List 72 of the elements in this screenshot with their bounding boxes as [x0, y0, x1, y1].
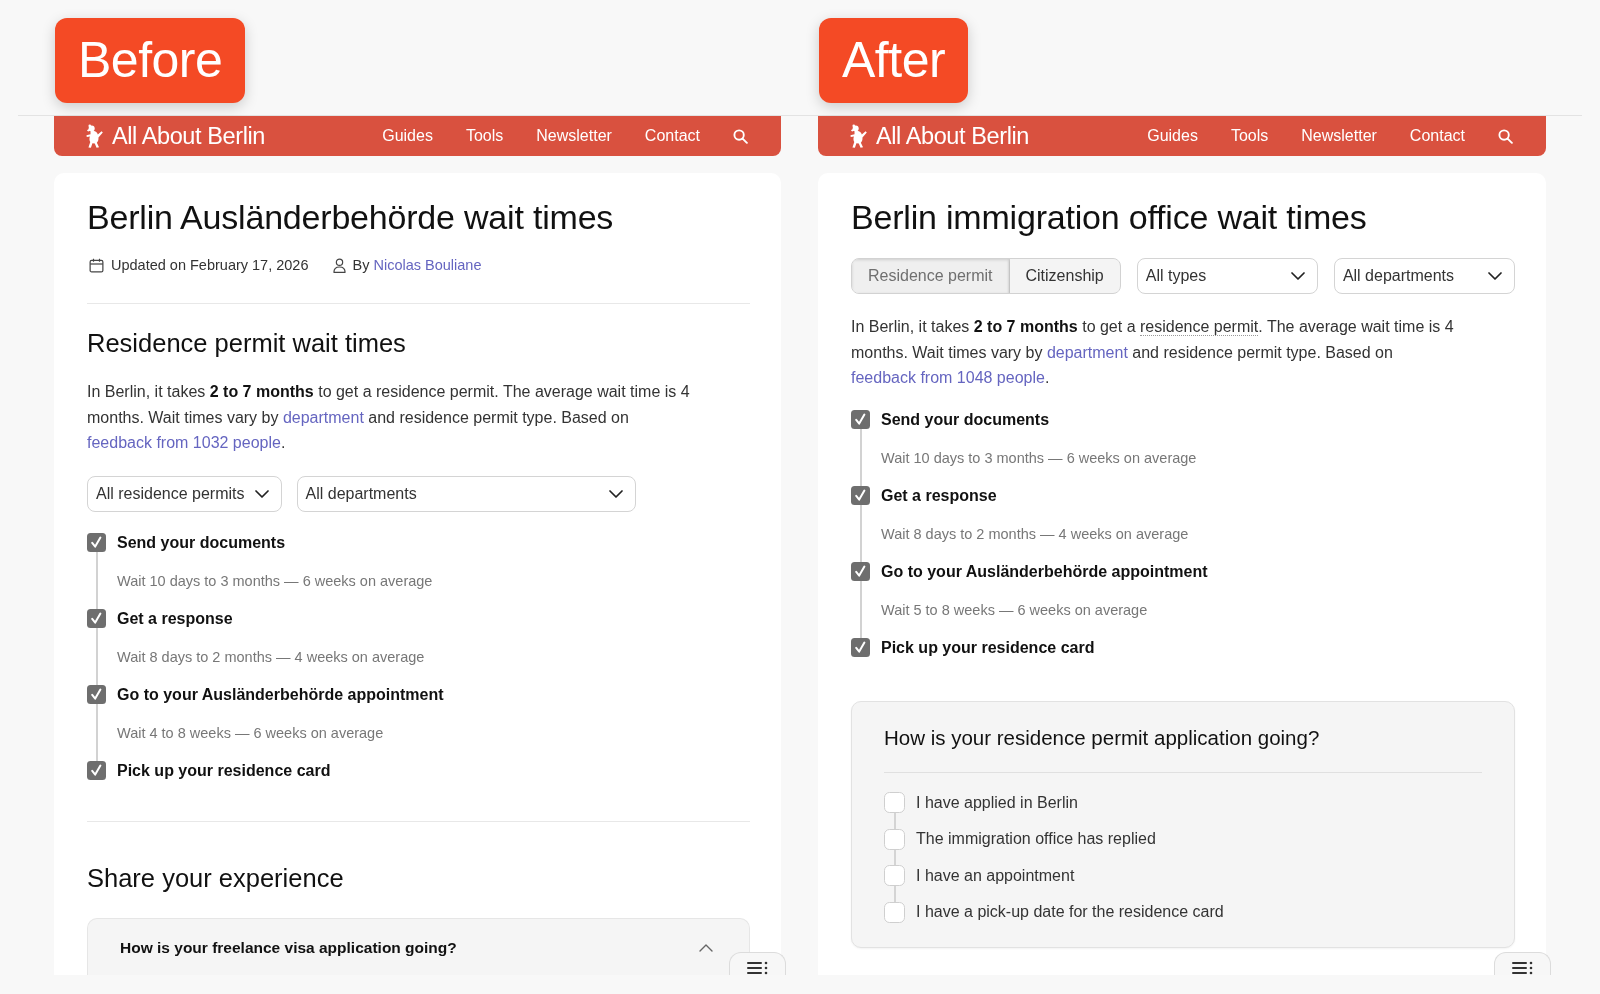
updated-date: Updated on February 17, 2026: [111, 256, 309, 275]
inline-link[interactable]: department: [282, 408, 364, 426]
glossary-term[interactable]: residence permit: [1140, 318, 1259, 336]
logo-link[interactable]: All About Berlin: [86, 122, 265, 150]
segment-tab[interactable]: Residence permit: [852, 259, 1010, 293]
accordion-toggle[interactable]: How is your freelance visa application going?: [87, 917, 750, 975]
author-byline: By Nicolas Bouliane: [352, 256, 482, 275]
dropdown-select[interactable]: All types: [1136, 258, 1318, 294]
bear-icon: [850, 123, 867, 149]
nav-link[interactable]: Tools: [465, 127, 504, 145]
calendar-icon: [89, 257, 104, 273]
chevron-down-icon: [1290, 272, 1305, 280]
logo-link[interactable]: All About Berlin: [850, 122, 1029, 150]
step-title: Go to your Ausländerbehörde appointment: [117, 685, 444, 704]
step-title: Get a response: [117, 609, 233, 628]
step-title: Pick up your residence card: [881, 638, 1095, 657]
bear-icon: [86, 123, 103, 149]
list-icon: [747, 961, 768, 975]
segment-tab[interactable]: Citizenship: [1009, 259, 1120, 293]
list-icon: [1512, 961, 1533, 975]
step-title: Send your documents: [117, 533, 286, 552]
search-icon: [733, 128, 748, 144]
version-badge: After: [819, 18, 969, 103]
nav-link[interactable]: Contact: [644, 127, 700, 145]
intro-paragraph: In Berlin, it takes 2 to 7 months to get a residence permit. The average wait time is 4 months. Wait times vary by department and residence permit type. Based on feedback from 1032 people.: [87, 382, 691, 453]
nav-link[interactable]: Guides: [1147, 127, 1198, 145]
step-wait-time: Wait 8 days to 2 months — 4 weeks on average: [880, 524, 1190, 544]
checkbox[interactable]: [884, 828, 905, 850]
step-title: Go to your Ausländerbehörde appointment: [881, 562, 1208, 581]
nav-link[interactable]: Guides: [382, 127, 433, 145]
dropdown-select[interactable]: All residence permits: [87, 475, 282, 512]
step-wait-time: Wait 4 to 8 weeks — 6 weeks on average: [116, 723, 385, 743]
step-wait-time: Wait 8 days to 2 months — 4 weeks on average: [116, 647, 426, 667]
option-label: I have a pick-up date for the residence card: [916, 903, 1224, 921]
section-heading: Residence permit wait times: [87, 328, 407, 359]
step-title: Pick up your residence card: [117, 761, 331, 780]
search-icon: [1498, 128, 1513, 144]
person-icon: [332, 257, 346, 273]
nav-link[interactable]: Newsletter: [1301, 127, 1377, 145]
option-label: I have applied in Berlin: [916, 793, 1078, 812]
step-wait-time: Wait 10 days to 3 months — 6 weeks on average: [116, 571, 434, 591]
checkbox[interactable]: [884, 865, 905, 886]
author-link[interactable]: Nicolas Bouliane: [373, 257, 482, 273]
nav-link[interactable]: Contact: [1409, 127, 1465, 145]
search-button[interactable]: [1498, 128, 1513, 144]
section-heading: Share your experience: [87, 862, 345, 894]
search-button[interactable]: [733, 128, 748, 144]
page-title: Berlin immigration office wait times: [851, 197, 1368, 237]
option-label: I have an appointment: [916, 866, 1075, 885]
chevron-down-icon: [1488, 272, 1502, 280]
nav-link[interactable]: Tools: [1230, 127, 1269, 145]
step-wait-time: Wait 5 to 8 weeks — 6 weeks on average: [880, 600, 1149, 620]
checkbox[interactable]: [884, 792, 905, 813]
nav-link[interactable]: Newsletter: [536, 127, 612, 145]
inline-link[interactable]: feedback from 1048 people: [851, 369, 1045, 386]
step-wait-time: Wait 10 days to 3 months — 6 weeks on average: [880, 448, 1198, 468]
version-badge: Before: [55, 18, 246, 103]
dropdown-select[interactable]: All departments: [1333, 258, 1515, 294]
checkbox[interactable]: [884, 901, 905, 923]
intro-paragraph: In Berlin, it takes 2 to 7 months to get a residence permit. The average wait time is 4 months. Wait times vary by department and residence permit type. Based on feedback from 1048 people.: [851, 317, 1455, 388]
page-title: Berlin Ausländerbehörde wait times: [87, 197, 615, 237]
table-of-contents-button[interactable]: [729, 952, 786, 975]
step-title: Send your documents: [881, 410, 1050, 429]
chevron-down-icon: [254, 489, 269, 498]
table-of-contents-button[interactable]: [1494, 952, 1551, 975]
inline-link[interactable]: feedback from 1032 people: [87, 434, 281, 451]
inline-link[interactable]: department: [1046, 343, 1128, 361]
option-label: The immigration office has replied: [916, 830, 1156, 848]
dropdown-select[interactable]: All departments: [296, 475, 636, 512]
chevron-down-icon: [609, 489, 623, 498]
survey-question: How is your residence permit application going?: [884, 724, 1321, 751]
step-title: Get a response: [881, 486, 997, 505]
